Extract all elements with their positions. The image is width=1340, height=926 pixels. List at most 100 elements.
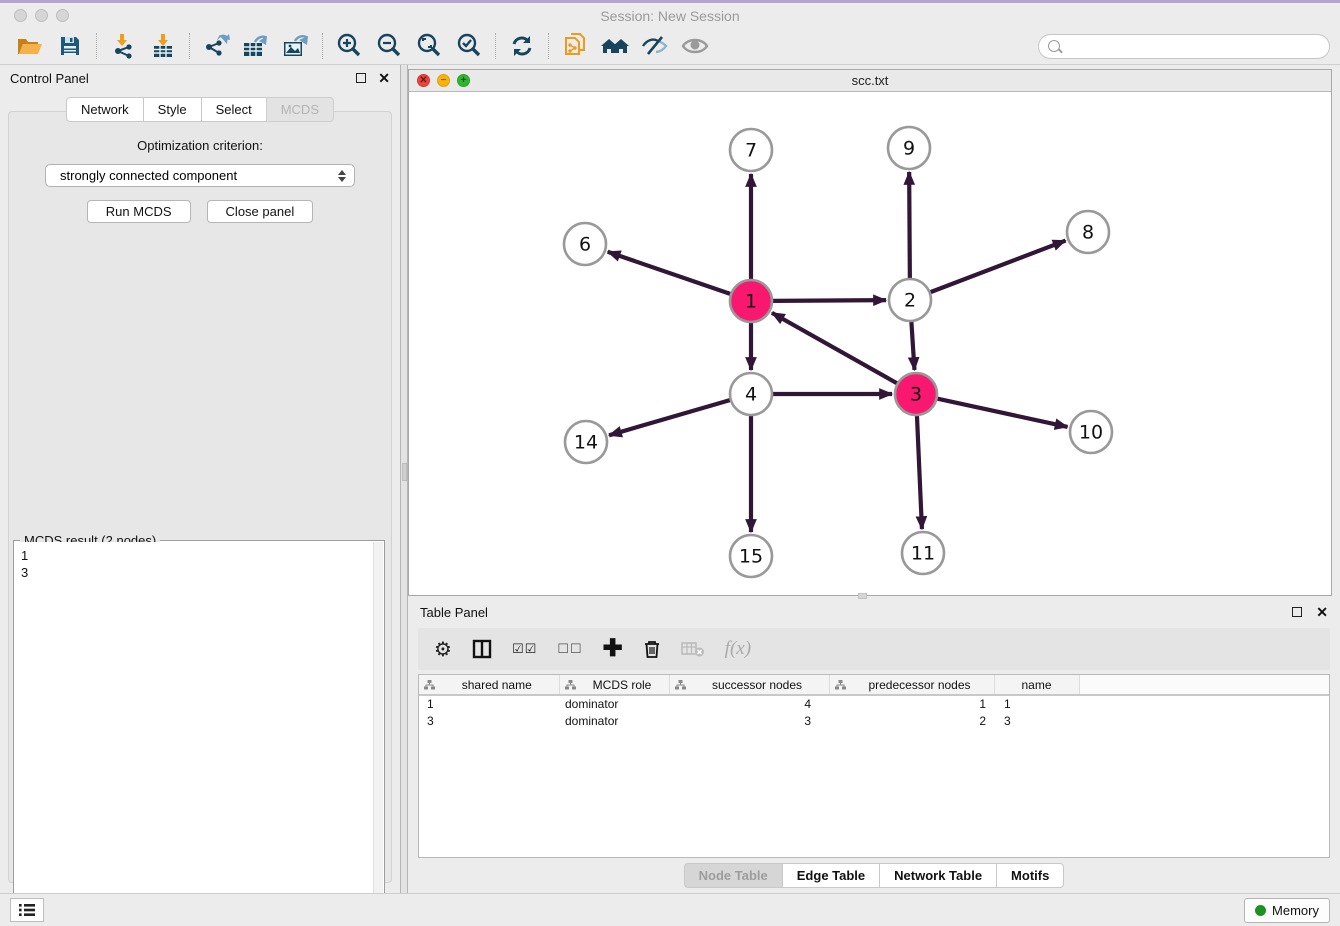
export-image-button[interactable] <box>276 31 316 61</box>
table-cell[interactable]: dominator <box>559 695 669 712</box>
node-6[interactable]: 6 <box>564 223 606 265</box>
deselect-all-button[interactable]: ☐☐ <box>557 642 582 657</box>
toolbar-separator <box>96 33 97 59</box>
node-2[interactable]: 2 <box>889 279 931 321</box>
show-columns-button[interactable] <box>472 639 492 659</box>
edge-3-11[interactable] <box>917 416 922 529</box>
table-cell[interactable]: 3 <box>419 712 559 729</box>
edge-3-10[interactable] <box>937 399 1067 427</box>
edge-3-1[interactable] <box>772 313 897 383</box>
delete-column-button[interactable] <box>643 639 661 659</box>
import-network-button[interactable] <box>103 31 143 61</box>
table-cell[interactable]: dominator <box>559 712 669 729</box>
task-history-button[interactable] <box>10 898 44 922</box>
close-panel-button[interactable]: Close panel <box>207 200 314 223</box>
result-scrollbar[interactable] <box>373 542 383 918</box>
edge-1-6[interactable] <box>608 252 730 294</box>
edge-1-2[interactable] <box>773 300 886 301</box>
node-9[interactable]: 9 <box>888 127 930 169</box>
save-session-button[interactable] <box>50 31 90 61</box>
horizontal-splitter-grip[interactable] <box>858 593 867 599</box>
node-4[interactable]: 4 <box>730 373 772 415</box>
tab-mcds[interactable]: MCDS <box>266 97 334 122</box>
function-builder-button[interactable]: f(x) <box>725 638 751 660</box>
node-table-body: 1dominator4113dominator323 <box>419 695 1329 729</box>
zoom-fit-button[interactable] <box>409 31 449 61</box>
table-cell[interactable]: 1 <box>994 695 1079 712</box>
zoom-selected-button[interactable] <box>449 31 489 61</box>
memory-label: Memory <box>1272 903 1319 918</box>
mcds-result-list[interactable]: 1 3 <box>15 542 373 918</box>
edge-2-3[interactable] <box>911 322 914 370</box>
float-panel-icon[interactable] <box>356 73 366 83</box>
node-11[interactable]: 11 <box>902 532 944 574</box>
table-cell[interactable]: 3 <box>669 712 829 729</box>
table-cell[interactable]: 3 <box>994 712 1079 729</box>
table-cell[interactable]: 1 <box>829 695 994 712</box>
svg-text:3: 3 <box>910 384 922 406</box>
tab-motifs[interactable]: Motifs <box>996 863 1064 888</box>
optimization-criterion-label: Optimization criterion: <box>9 138 391 153</box>
memory-button[interactable]: Memory <box>1244 898 1330 923</box>
table-cell[interactable]: 4 <box>669 695 829 712</box>
hide-panels-button[interactable] <box>635 31 675 61</box>
import-table-button[interactable] <box>143 31 183 61</box>
node-10[interactable]: 10 <box>1070 411 1112 453</box>
zoom-out-icon <box>375 32 403 60</box>
export-table-icon <box>241 33 271 59</box>
refresh-button[interactable] <box>502 31 542 61</box>
run-mcds-button[interactable]: Run MCDS <box>87 200 191 223</box>
table-row[interactable]: 3dominator323 <box>419 712 1329 729</box>
delete-table-button[interactable] <box>681 640 705 658</box>
node-3[interactable]: 3 <box>895 373 937 415</box>
column-header-shared-name[interactable]: shared name <box>419 675 559 695</box>
export-network-button[interactable] <box>196 31 236 61</box>
column-header-name[interactable]: name <box>994 675 1079 695</box>
column-header-mcds-role[interactable]: MCDS role <box>559 675 669 695</box>
add-column-button[interactable]: ✚ <box>603 637 623 661</box>
tab-select[interactable]: Select <box>201 97 266 122</box>
column-header-successor-nodes[interactable]: successor nodes <box>669 675 829 695</box>
node-15[interactable]: 15 <box>730 535 772 577</box>
edge-2-8[interactable] <box>931 241 1066 293</box>
home-mcds-button[interactable] <box>595 31 635 61</box>
node-table-container[interactable]: shared name MCDS role successor nodes pr… <box>418 674 1330 858</box>
tab-edge-table[interactable]: Edge Table <box>782 863 879 888</box>
tab-network[interactable]: Network <box>66 97 143 122</box>
table-cell[interactable]: 1 <box>419 695 559 712</box>
close-panel-icon[interactable]: ✕ <box>378 71 390 85</box>
open-session-button[interactable] <box>10 31 50 61</box>
network-canvas[interactable]: 7 9 6 8 1 2 4 3 14 10 15 11 <box>409 92 1331 595</box>
network-graph[interactable]: 7 9 6 8 1 2 4 3 14 10 15 11 <box>409 92 1331 595</box>
edge-4-14[interactable] <box>609 400 730 435</box>
table-settings-button[interactable]: ⚙ <box>434 637 452 661</box>
duplicate-network-button[interactable] <box>555 31 595 61</box>
node-8[interactable]: 8 <box>1067 211 1109 253</box>
column-header-predecessor-nodes[interactable]: predecessor nodes <box>829 675 994 695</box>
search-input[interactable] <box>1066 39 1320 54</box>
tab-network-table[interactable]: Network Table <box>879 863 996 888</box>
vertical-splitter[interactable] <box>401 65 408 893</box>
table-cell[interactable]: 2 <box>829 712 994 729</box>
node-7[interactable]: 7 <box>730 129 772 171</box>
close-table-panel-icon[interactable]: ✕ <box>1316 605 1328 619</box>
tab-style[interactable]: Style <box>143 97 201 122</box>
search-box[interactable] <box>1038 34 1330 59</box>
zoom-in-button[interactable] <box>329 31 369 61</box>
edge-2-9[interactable] <box>909 172 910 278</box>
export-table-button[interactable] <box>236 31 276 61</box>
float-table-panel-icon[interactable] <box>1292 607 1302 617</box>
save-icon <box>58 34 82 58</box>
control-panel-header: Control Panel ✕ <box>0 65 400 91</box>
splitter-grip[interactable] <box>402 463 407 481</box>
node-14[interactable]: 14 <box>565 421 607 463</box>
table-row[interactable]: 1dominator411 <box>419 695 1329 712</box>
zoom-out-button[interactable] <box>369 31 409 61</box>
show-panels-button[interactable] <box>675 31 715 61</box>
tab-node-table[interactable]: Node Table <box>684 863 782 888</box>
criterion-dropdown[interactable]: strongly connected component <box>45 164 355 187</box>
node-1[interactable]: 1 <box>730 280 772 322</box>
control-panel: Control Panel ✕ Network Style Select MCD… <box>0 65 401 893</box>
select-all-button[interactable]: ☑☑ <box>512 642 537 657</box>
table-panel-title: Table Panel <box>420 605 488 620</box>
